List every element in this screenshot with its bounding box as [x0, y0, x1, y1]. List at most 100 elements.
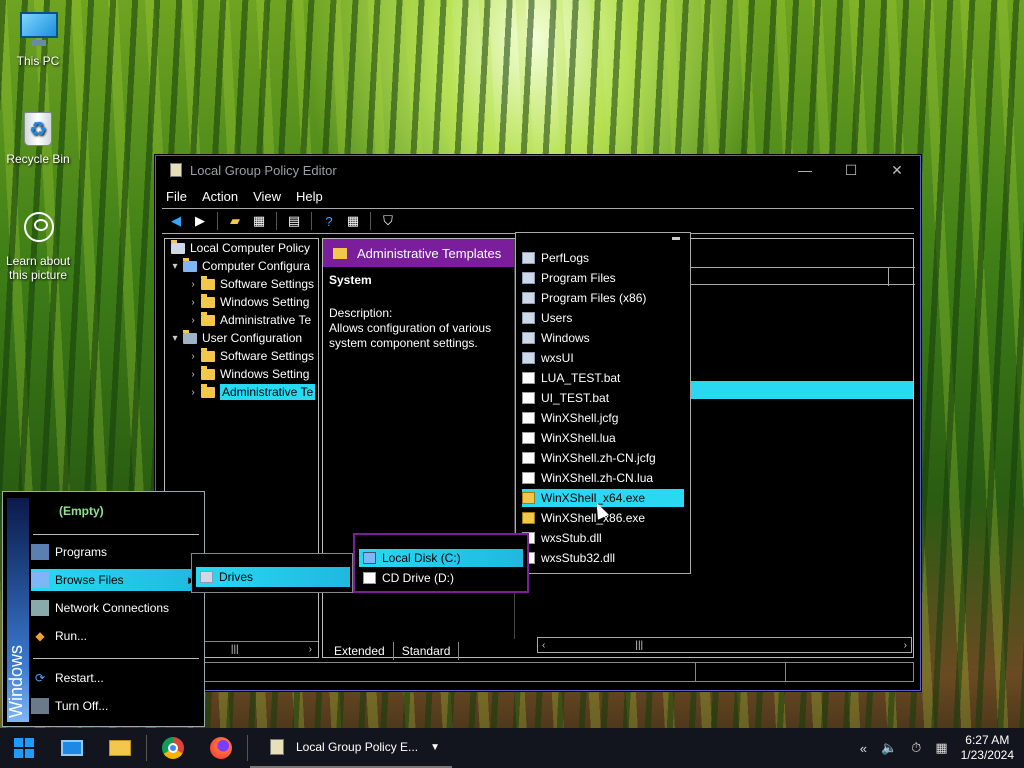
file-name: WinXShell_x64.exe	[541, 491, 646, 505]
file-menu-item[interactable]: PerfLogs	[522, 249, 684, 267]
volume-muted-icon[interactable]: 🔈	[881, 740, 897, 756]
tree-item-user-software-settings[interactable]: › Software Settings	[165, 347, 318, 365]
file-menu-item[interactable]: wxsStub32.dll	[522, 549, 684, 567]
taskbar-desktop-button[interactable]	[48, 728, 96, 768]
restart-menu-item[interactable]: ⟳ Restart...	[31, 667, 201, 689]
file-menu-item[interactable]: WinXShell.zh-CN.lua	[522, 469, 684, 487]
chevron-down-icon[interactable]: ▾	[169, 261, 181, 272]
run-menu-item[interactable]: ◆ Run...	[31, 625, 201, 647]
tab-standard[interactable]: Standard	[394, 642, 460, 660]
tree-label: User Configuration	[202, 331, 303, 345]
tree-item-local-computer-policy[interactable]: Local Computer Policy	[165, 239, 318, 257]
file-menu-item[interactable]: wxsUI	[522, 349, 684, 367]
selected-setting-row[interactable]	[691, 381, 913, 399]
up-folder-icon[interactable]: ▰	[225, 212, 245, 230]
column-header[interactable]	[691, 267, 915, 286]
chevron-right-icon[interactable]: ›	[187, 297, 199, 308]
clock[interactable]: 6:27 AM 1/23/2024	[961, 733, 1014, 763]
cd-drive-d-menu-item[interactable]: CD Drive (D:)	[359, 569, 523, 587]
back-icon[interactable]: ◀	[166, 212, 186, 230]
taskbar-chrome-button[interactable]	[149, 728, 197, 768]
system-tray: « 🔈 ⏱ ▦ 6:27 AM 1/23/2024	[853, 728, 1024, 768]
turn-off-menu-item[interactable]: Turn Off...	[31, 695, 201, 717]
taskbar-firefox-button[interactable]	[197, 728, 245, 768]
taskbar-app-group-policy[interactable]: Local Group Policy E... ▼	[250, 728, 452, 768]
export-list-icon[interactable]: ▤	[284, 212, 304, 230]
tab-extended[interactable]: Extended	[326, 642, 394, 660]
chevron-left-icon[interactable]: ‹	[542, 640, 545, 651]
properties-icon[interactable]: ▦	[343, 212, 363, 230]
close-button[interactable]: ✕	[874, 156, 920, 184]
menu-file[interactable]: File	[166, 189, 187, 204]
folder-icon	[201, 365, 215, 380]
menu-item-label: Network Connections	[55, 601, 170, 615]
scroll-thumb-icon[interactable]: |||	[231, 644, 239, 655]
start-button[interactable]	[0, 728, 48, 768]
local-disk-c-menu-item[interactable]: Local Disk (C:)	[359, 549, 523, 567]
tree-item-user-windows-settings[interactable]: › Windows Setting	[165, 365, 318, 383]
details-horizontal-scrollbar[interactable]: ‹ ||| ›	[537, 637, 912, 653]
desktop-icon-this-pc[interactable]: This PC	[0, 10, 76, 68]
file-menu-item[interactable]: wxsStub.dll	[522, 529, 684, 547]
submenu-grip	[672, 237, 680, 240]
taskbar-file-explorer-button[interactable]	[96, 728, 144, 768]
file-menu-item[interactable]: WinXShell.zh-CN.jcfg	[522, 449, 684, 467]
tree-item-user-configuration[interactable]: ▾ User Configuration	[165, 329, 318, 347]
file-menu-item[interactable]: Program Files	[522, 269, 684, 287]
scroll-thumb-icon[interactable]: |||	[635, 640, 643, 651]
file-menu-item[interactable]: WinXShell.jcfg	[522, 409, 684, 427]
monitor-icon	[31, 698, 49, 714]
file-menu-item[interactable]: WinXShell.lua	[522, 429, 684, 447]
tree-item-computer-administrative-templates[interactable]: › Administrative Te	[165, 311, 318, 329]
file-menu-item[interactable]: UI_TEST.bat	[522, 389, 684, 407]
forward-icon[interactable]: ▶	[190, 212, 210, 230]
chevron-right-icon[interactable]: ›	[187, 387, 199, 398]
chevron-right-icon[interactable]: ›	[187, 351, 199, 362]
menu-view[interactable]: View	[253, 189, 281, 204]
disks-submenu: Local Disk (C:) CD Drive (D:)	[353, 533, 529, 593]
help-icon[interactable]: ?	[319, 212, 339, 230]
taskbar: Local Group Policy E... ▼ « 🔈 ⏱ ▦ 6:27 A…	[0, 728, 1024, 768]
clock-icon[interactable]: ⏱	[911, 740, 921, 756]
start-menu: Windows (Empty) Programs Browse Files ▶ …	[2, 491, 205, 727]
desktop-icon-learn-about-picture[interactable]: Learn about this picture	[0, 210, 76, 282]
filter-icon[interactable]: ⛉	[378, 212, 398, 230]
description-label: Description:	[329, 306, 393, 320]
menu-help[interactable]: Help	[296, 189, 323, 204]
app-icon	[270, 739, 284, 755]
chevron-right-icon[interactable]: ›	[309, 644, 312, 655]
tree-item-computer-software-settings[interactable]: › Software Settings	[165, 275, 318, 293]
chevron-right-icon[interactable]: ›	[187, 315, 199, 326]
title-bar[interactable]: Local Group Policy Editor — ☐ ✕	[156, 156, 920, 184]
minimize-button[interactable]: —	[782, 156, 828, 184]
menu-item-label: Local Disk (C:)	[382, 551, 461, 565]
folder-icon	[201, 347, 215, 362]
chevron-right-icon[interactable]: ›	[904, 640, 907, 651]
desktop-icon-recycle-bin[interactable]: Recycle Bin	[0, 108, 76, 166]
file-menu-item[interactable]: Program Files (x86)	[522, 289, 684, 307]
keyboard-layout-icon[interactable]: ▦	[935, 740, 947, 756]
tree-item-user-administrative-templates[interactable]: › Administrative Te	[165, 383, 318, 401]
drives-menu-item[interactable]: Drives	[196, 567, 350, 587]
file-menu-item[interactable]: LUA_TEST.bat	[522, 369, 684, 387]
file-icon	[522, 372, 535, 384]
show-hidden-icons-icon[interactable]: «	[860, 741, 867, 756]
folder-icon	[201, 275, 215, 290]
chevron-down-icon[interactable]: ▾	[169, 333, 181, 344]
file-menu-item[interactable]: Windows	[522, 329, 684, 347]
taskbar-separator	[247, 735, 248, 761]
chevron-down-icon[interactable]: ▼	[430, 742, 440, 753]
file-menu-item[interactable]: Users	[522, 309, 684, 327]
tree-item-computer-configuration[interactable]: ▾ Computer Configura	[165, 257, 318, 275]
network-connections-menu-item[interactable]: Network Connections	[31, 597, 201, 619]
tree-label: Local Computer Policy	[190, 241, 311, 255]
chevron-right-icon[interactable]: ›	[187, 369, 199, 380]
browse-files-menu-item[interactable]: Browse Files ▶	[31, 569, 201, 591]
programs-menu-item[interactable]: Programs	[31, 541, 201, 563]
show-hide-tree-icon[interactable]: ▦	[249, 212, 269, 230]
menu-action[interactable]: Action	[202, 189, 238, 204]
tree-item-computer-windows-settings[interactable]: › Windows Setting	[165, 293, 318, 311]
file-name: Program Files	[541, 271, 616, 285]
chevron-right-icon[interactable]: ›	[187, 279, 199, 290]
maximize-button[interactable]: ☐	[828, 156, 874, 184]
